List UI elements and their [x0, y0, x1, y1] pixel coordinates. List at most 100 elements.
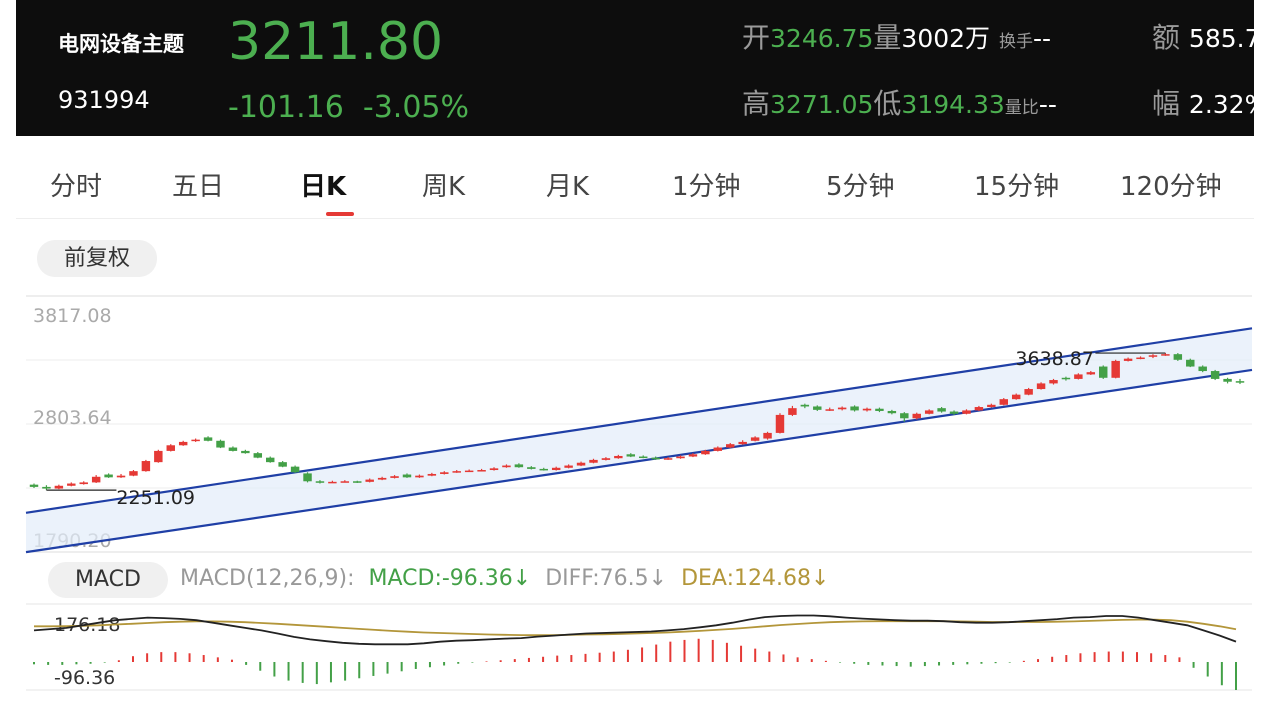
candle-body [489, 468, 499, 471]
candle-body [328, 481, 337, 484]
candle-body [750, 437, 760, 441]
candle-body [614, 455, 623, 459]
candle-body [1210, 371, 1220, 379]
candle-body [402, 474, 412, 478]
candle-body [576, 462, 586, 466]
candle-body [800, 404, 810, 407]
candle-body [862, 408, 872, 411]
candle-body [290, 466, 300, 473]
y-tick-label: 2803.64 [33, 407, 112, 429]
candle-body [91, 476, 101, 483]
candle-body [1235, 381, 1245, 383]
candle-body [676, 456, 685, 459]
candle-body [949, 411, 959, 414]
candle-body [79, 482, 88, 485]
diff-value: DIFF:76.5↓ [545, 566, 668, 591]
candle-body [278, 462, 287, 467]
candle-body [924, 410, 934, 414]
candle-body [191, 439, 200, 442]
candle-body [887, 410, 897, 414]
candle-body [265, 457, 275, 463]
candle-body [962, 410, 971, 414]
candle-body [701, 450, 710, 455]
candle-body [440, 472, 449, 474]
macd-params: MACD(12,26,9): [180, 566, 355, 591]
candle-body [477, 470, 486, 472]
candle-body [900, 413, 909, 419]
candle-body [589, 459, 598, 463]
candle-body [974, 407, 984, 411]
candle-body [663, 458, 673, 460]
candle-body [303, 473, 312, 482]
candle-body [1074, 374, 1083, 379]
candle-body [1123, 358, 1133, 361]
candle-body [1186, 359, 1195, 367]
indicator-selector[interactable]: MACD [48, 562, 168, 598]
candle-body [29, 484, 39, 487]
candle-body [1198, 366, 1207, 372]
candle-body [154, 450, 163, 463]
candle-body [340, 481, 350, 483]
candle-body [502, 465, 511, 468]
candle-body [601, 458, 611, 460]
candle-body [837, 407, 847, 410]
candle-body [353, 481, 362, 483]
candle-body [1136, 357, 1145, 360]
candle-body [987, 404, 996, 408]
candle-body [638, 456, 648, 459]
candle-body [452, 471, 461, 473]
candle-body [166, 445, 175, 451]
candle-body [1024, 389, 1033, 395]
candle-body [1223, 378, 1232, 382]
candle-body [67, 483, 76, 486]
candle-body [651, 457, 660, 460]
right-edge [1254, 0, 1280, 724]
candle-body [912, 413, 921, 419]
candle-body [626, 454, 636, 457]
trend-line-lower [25, 368, 1253, 554]
candle-body [1049, 380, 1058, 384]
candle-body [539, 468, 548, 471]
candle-body [825, 409, 834, 411]
candle-body [1011, 394, 1021, 400]
candle-body [464, 470, 474, 473]
candle-body [813, 406, 822, 410]
kline-chart[interactable]: 3817.082803.641790.20 3638.872251.09 176… [0, 0, 1280, 724]
candle-body [241, 450, 250, 454]
candle-body [999, 399, 1009, 405]
candle-body [42, 486, 51, 489]
candle-body [178, 441, 188, 446]
candle-body [390, 476, 399, 478]
candle-body [365, 479, 374, 482]
high-annotation: 3638.87 [1015, 348, 1094, 370]
candle-body [1061, 377, 1071, 380]
candle-body [1036, 383, 1046, 390]
candle-body [788, 408, 797, 415]
candle-body [775, 414, 785, 433]
candle-body [875, 408, 884, 411]
candle-body [688, 454, 698, 457]
candle-body [315, 481, 325, 483]
candle-body [54, 485, 64, 489]
candle-body [377, 477, 387, 480]
macd-tick-label: -96.36 [54, 667, 115, 689]
candle-body [415, 475, 424, 478]
candle-body [763, 432, 772, 439]
candle-body [1111, 360, 1120, 378]
candle-body [738, 441, 747, 445]
candle-body [514, 464, 524, 468]
low-annotation: 2251.09 [116, 487, 195, 509]
macd-legend: MACD(12,26,9): MACD:-96.36↓ DIFF:76.5↓ DEA:… [180, 566, 843, 591]
diff-line [33, 614, 1237, 646]
candle-body [1161, 354, 1170, 356]
candle-body [1173, 354, 1183, 360]
candle-body [551, 467, 561, 471]
candle-body [713, 447, 723, 451]
candle-body [216, 440, 225, 448]
candle-body [116, 475, 126, 478]
dea-value: DEA:124.68↓ [681, 566, 830, 591]
macd-value: MACD:-96.36↓ [368, 566, 532, 591]
candle-body [253, 453, 263, 458]
candle-body [427, 473, 437, 476]
candle-body [564, 465, 573, 468]
